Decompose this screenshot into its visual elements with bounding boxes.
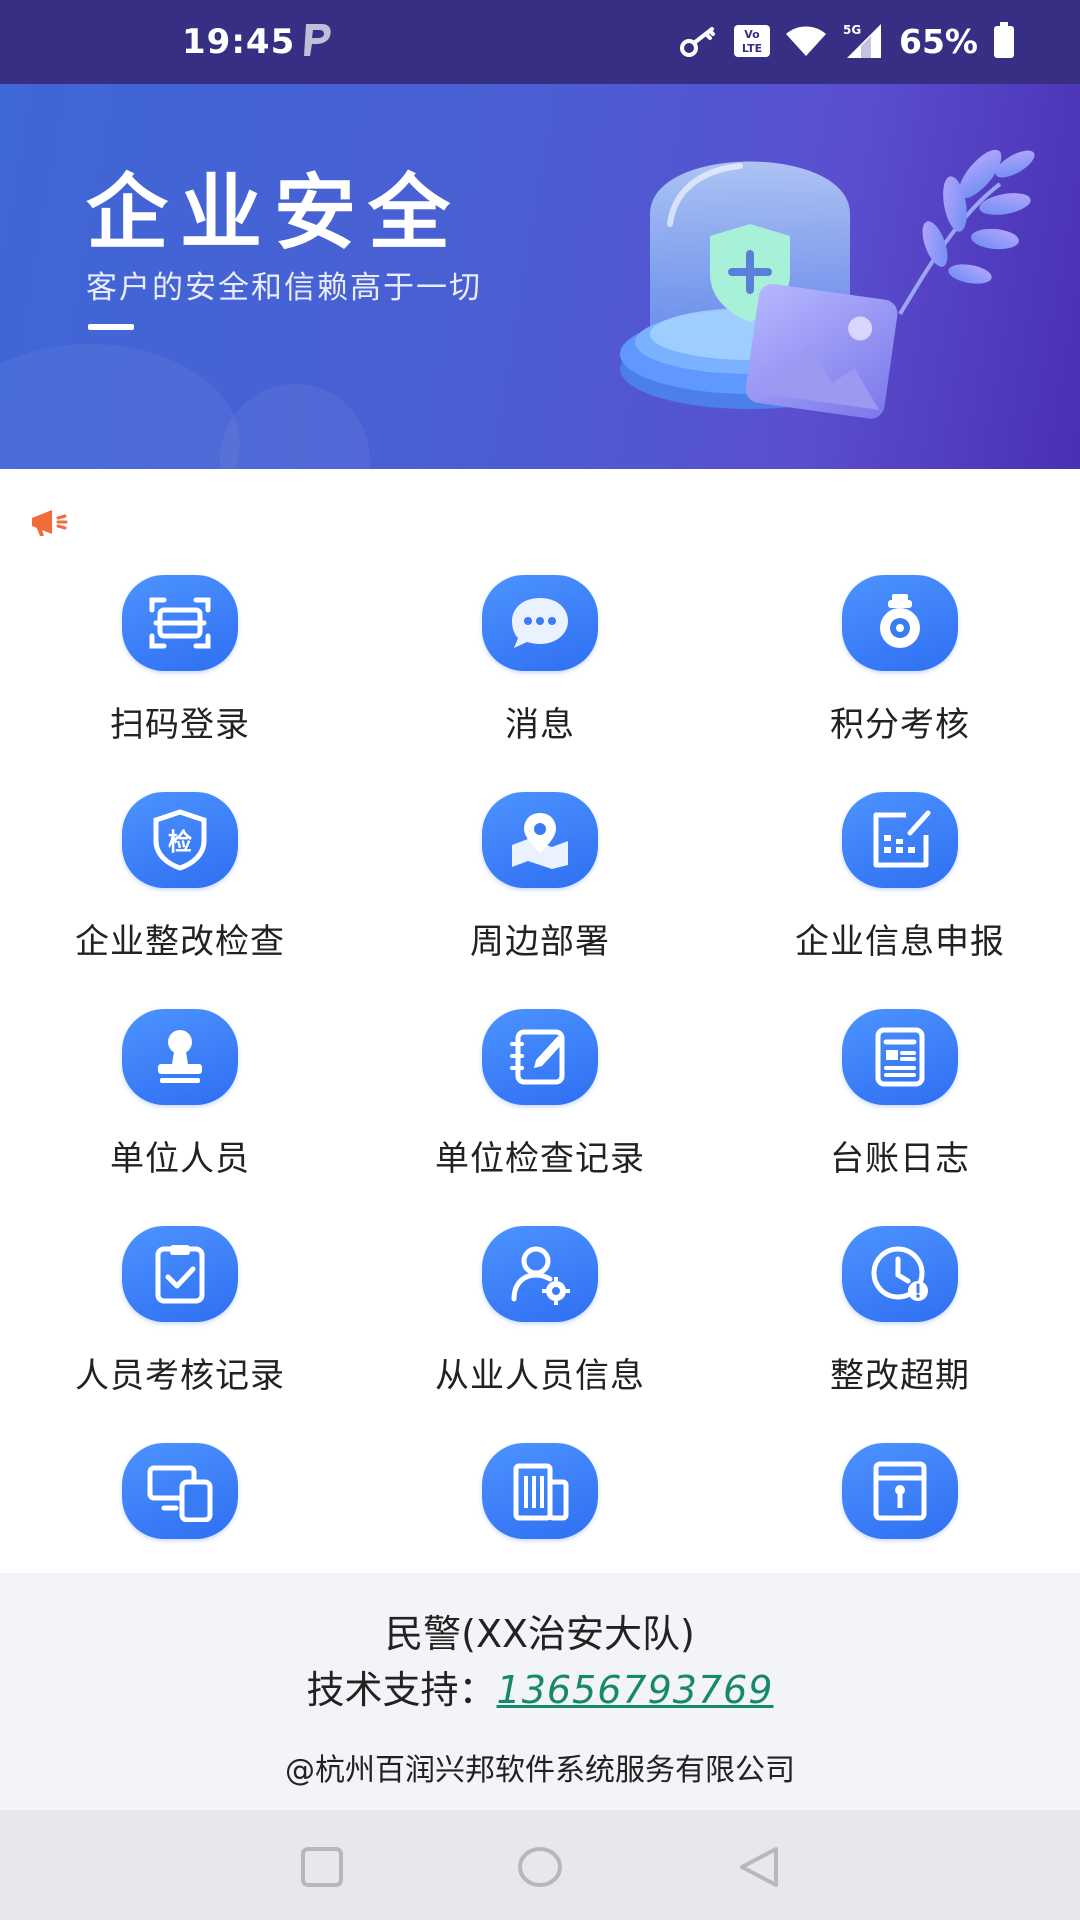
- banner-subtitle: 客户的安全和信赖高于一切: [86, 270, 482, 306]
- volte-icon: Vo LTE: [734, 25, 770, 57]
- grid-label: 消息: [505, 705, 575, 745]
- banner-title: 企业安全: [86, 166, 463, 261]
- home-circle-icon[interactable]: [510, 1844, 570, 1890]
- leaf-branch: [898, 149, 1035, 316]
- grid-item-surrounding-deployment[interactable]: 周边部署: [360, 792, 720, 1009]
- grid-label: 企业信息申报: [795, 922, 1005, 962]
- grid-label: 积分考核: [830, 705, 970, 745]
- wifi-icon: [786, 26, 826, 56]
- clipboard-check-icon: [122, 1226, 238, 1322]
- grid-item-ledger-log[interactable]: 台账日志: [720, 1009, 1080, 1226]
- banner-divider: [88, 324, 134, 330]
- grid-label: 单位人员: [110, 1139, 250, 1179]
- svg-text:检: 检: [168, 828, 192, 856]
- banner-decoration: [0, 344, 240, 469]
- grid-label: 从业人员信息: [435, 1356, 645, 1396]
- footer-org: 民警(XX治安大队): [385, 1612, 695, 1656]
- function-grid: 扫码登录 消息 积分考核 检 企业整改检查 周边部署 企业信息申报 单位人员 单…: [0, 575, 1080, 1573]
- system-nav-bar: [0, 1810, 1080, 1920]
- grid-item-practitioner-info[interactable]: 从业人员信息: [360, 1226, 720, 1443]
- status-time: 19:45: [182, 22, 296, 62]
- grid-label: 周边部署: [470, 922, 610, 962]
- banner: 企业安全 客户的安全和信赖高于一切: [0, 84, 1080, 469]
- building-icon: [482, 1443, 598, 1539]
- grid-label: 企业整改检查: [75, 922, 285, 962]
- grid-label: 扫码登录: [110, 705, 250, 745]
- stamp-icon: [122, 1009, 238, 1105]
- grid-item-personnel-assessment-records[interactable]: 人员考核记录: [0, 1226, 360, 1443]
- grid-item-points-assessment[interactable]: 积分考核: [720, 575, 1080, 792]
- report-chart-icon: [842, 792, 958, 888]
- grid-item-enterprise-info-report[interactable]: 企业信息申报: [720, 792, 1080, 1009]
- app-screen: 19:45 Vo LTE 5G 65% 企业安全 客户的安全和信赖高于一切 扫码…: [0, 0, 1080, 1920]
- svg-text:Vo: Vo: [744, 28, 760, 41]
- cabinet-icon: [842, 1443, 958, 1539]
- grid-label: 单位检查记录: [435, 1139, 645, 1179]
- map-pin-icon: [482, 792, 598, 888]
- status-bar: 19:45 Vo LTE 5G 65%: [0, 0, 1080, 84]
- footer-support-line: 技术支持：13656793769: [0, 1659, 1080, 1714]
- support-phone-link[interactable]: 13656793769: [497, 1668, 774, 1712]
- message-icon: [482, 575, 598, 671]
- svg-text:LTE: LTE: [742, 42, 762, 55]
- megaphone-icon[interactable]: [28, 506, 68, 540]
- grid-label: 人员考核记录: [75, 1356, 285, 1396]
- battery-percent: 65%: [899, 21, 978, 61]
- ledger-icon: [842, 1009, 958, 1105]
- status-icons: Vo LTE 5G 65%: [679, 18, 1016, 64]
- clock-alert-icon: [842, 1226, 958, 1322]
- grid-item-rectification-overdue[interactable]: 整改超期: [720, 1226, 1080, 1443]
- svg-text:5G: 5G: [843, 23, 861, 37]
- user-gear-icon: [482, 1226, 598, 1322]
- inspection-shield-icon: 检: [122, 792, 238, 888]
- security-glass-dome-illustration: [620, 149, 1035, 419]
- footer-company: @杭州百润兴邦软件系统服务有限公司: [285, 1753, 795, 1788]
- grid-item-unit-inspection-records[interactable]: 单位检查记录: [360, 1009, 720, 1226]
- devices-icon: [122, 1443, 238, 1539]
- support-label: 技术支持：: [306, 1668, 497, 1712]
- camera-medal-icon: [842, 575, 958, 671]
- 5g-signal-icon: 5G: [843, 23, 881, 58]
- banner-decoration: [220, 384, 370, 469]
- scan-icon: [122, 575, 238, 671]
- notebook-pen-icon: [482, 1009, 598, 1105]
- key-icon: [680, 27, 715, 57]
- battery-icon: [994, 22, 1014, 58]
- grid-label: 整改超期: [830, 1356, 970, 1396]
- grid-label: 台账日志: [830, 1139, 970, 1179]
- back-triangle-icon[interactable]: [730, 1844, 790, 1890]
- footer: 民警(XX治安大队) 技术支持：13656793769 @杭州百润兴邦软件系统服…: [0, 1573, 1080, 1810]
- grid-item-messages[interactable]: 消息: [360, 575, 720, 792]
- grid-item-enterprise-rectification-check[interactable]: 检 企业整改检查: [0, 792, 360, 1009]
- recents-square-icon[interactable]: [292, 1844, 352, 1890]
- grid-item-scan-login[interactable]: 扫码登录: [0, 575, 360, 792]
- parking-p-icon: [304, 24, 331, 56]
- grid-item-unit-personnel[interactable]: 单位人员: [0, 1009, 360, 1226]
